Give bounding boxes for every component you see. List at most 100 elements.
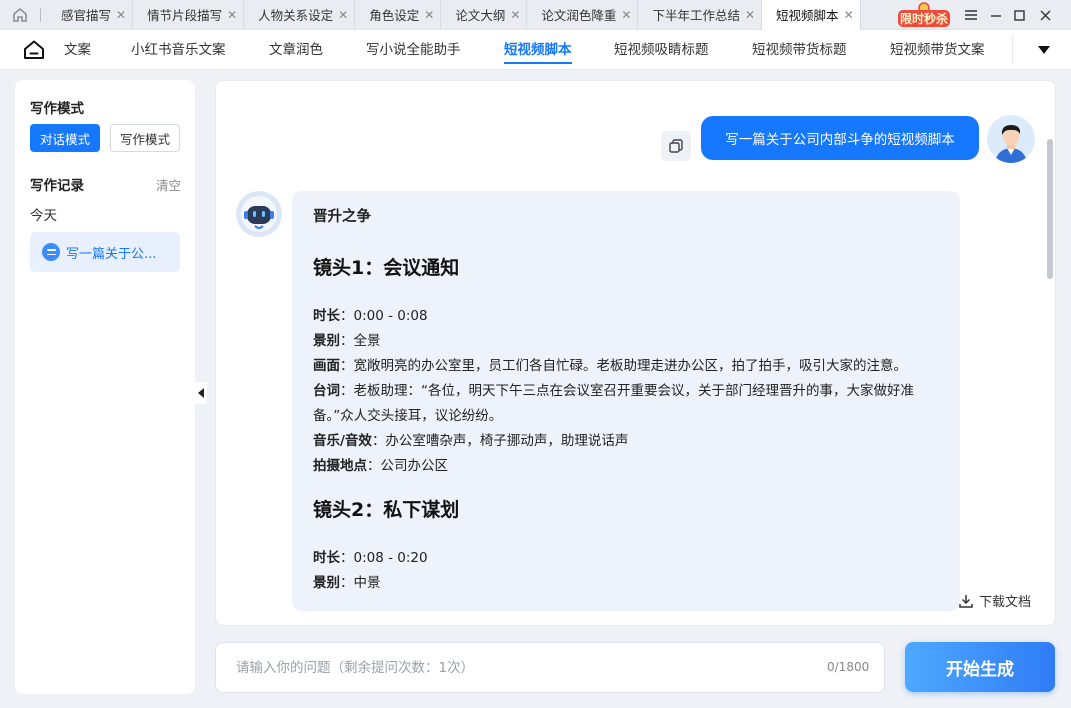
field-label: 景别: [313, 333, 340, 349]
mode-title: 写作模式: [30, 101, 84, 117]
field-label: 时长: [313, 308, 340, 324]
field-value: ：公司办公区: [367, 458, 448, 474]
maximize-button[interactable]: [1006, 0, 1032, 30]
shot-duration: 时长：0:00 - 0:08: [313, 304, 940, 329]
nav-item-active[interactable]: 短视频脚本: [504, 30, 572, 70]
shot-scene: 景别：中景: [313, 571, 940, 596]
tab-2[interactable]: 人物关系设定 ✕: [244, 0, 356, 30]
shot-scene: 景别：全景: [313, 329, 940, 354]
home-icon[interactable]: [22, 38, 46, 62]
field-label: 景别: [313, 575, 340, 591]
tab-label: 下半年工作总结: [652, 8, 740, 23]
tab-7[interactable]: 短视频脚本 ✕: [762, 0, 861, 30]
menu-button[interactable]: [958, 0, 984, 30]
nav-item[interactable]: 文案: [64, 30, 91, 70]
shot-location: 拍摄地点：公司办公区: [313, 454, 940, 479]
field-value: ：中景: [340, 575, 381, 591]
tab-6[interactable]: 下半年工作总结 ✕: [638, 0, 763, 30]
shot-visual: 画面：宽敞明亮的办公室里，员工们各自忙碌。老板助理走进办公区，拍了拍手，吸引大家…: [313, 354, 940, 379]
chat-panel: 写一篇关于公司内部斗争的短视频脚本 晋升之争 镜头1：会议通知 时长：0:00 …: [215, 80, 1056, 626]
tab-label: 情节片段描写: [147, 8, 223, 23]
field-value: ：全景: [340, 333, 381, 349]
shot-heading: 镜头2：私下谋划: [313, 499, 460, 521]
copy-button[interactable]: [661, 131, 691, 161]
tab-3[interactable]: 角色设定 ✕: [355, 0, 442, 30]
nav-item[interactable]: 短视频带货标题: [752, 30, 847, 70]
tab-0[interactable]: 感官描写 ✕: [47, 0, 134, 30]
tab-1[interactable]: 情节片段描写 ✕: [133, 0, 245, 30]
download-label: 下载文档: [979, 595, 1032, 610]
field-value: ：老板助理：“各位，明天下午三点在会议室召开重要会议，关于部门经理晋升的事，大家…: [313, 383, 914, 424]
collapse-sidebar-button[interactable]: [195, 382, 207, 404]
field-label: 画面: [313, 358, 340, 374]
field-value: ：宽敞明亮的办公室里，员工们各自忙碌。老板助理走进办公区，拍了拍手，吸引大家的注…: [340, 358, 907, 374]
tab-5[interactable]: 论文润色降重 ✕: [527, 0, 639, 30]
field-value: ：0:08 - 0:20: [340, 550, 428, 566]
chat-mode-button[interactable]: 对话模式: [30, 124, 100, 152]
sidebar: 写作模式 对话模式 写作模式 写作记录 清空 今天 写一篇关于公...: [15, 80, 195, 694]
shot-lines: 台词：老板助理：“各位，明天下午三点在会议室召开重要会议，关于部门经理晋升的事，…: [313, 379, 940, 429]
tab-4[interactable]: 论文大纲 ✕: [441, 0, 528, 30]
generate-button[interactable]: 开始生成: [905, 642, 1055, 692]
field-value: ：办公室嘈杂声，椅子挪动声，助理说话声: [371, 433, 629, 449]
history-item[interactable]: 写一篇关于公...: [30, 232, 180, 272]
minimize-icon: [991, 15, 1001, 17]
nav-item[interactable]: 短视频吸睛标题: [614, 30, 709, 70]
answer-title: 晋升之争: [313, 209, 371, 225]
close-icon[interactable]: ✕: [116, 8, 126, 22]
field-label: 时长: [313, 550, 340, 566]
nav-item[interactable]: 小红书音乐文案: [131, 30, 226, 70]
user-message: 写一篇关于公司内部斗争的短视频脚本: [701, 116, 979, 160]
nav-item[interactable]: 短视频带货文案: [890, 30, 985, 70]
close-icon[interactable]: ✕: [227, 8, 237, 22]
nav-item[interactable]: 写小说全能助手: [366, 30, 461, 70]
close-window-button[interactable]: [1032, 0, 1058, 30]
history-group-today: 今天: [30, 208, 57, 224]
close-icon[interactable]: ✕: [338, 8, 348, 22]
close-icon: [1040, 10, 1050, 20]
shot-heading: 镜头1：会议通知: [313, 257, 460, 279]
promo-badge-text: 限时秒杀: [900, 11, 948, 26]
download-document-button[interactable]: 下载文档: [958, 591, 1031, 610]
write-mode-button[interactable]: 写作模式: [110, 124, 180, 152]
category-nav: 文案 小红书音乐文案 文章润色 写小说全能助手 短视频脚本 短视频吸睛标题 短视…: [0, 30, 1071, 70]
tab-label: 感官描写: [61, 8, 112, 23]
close-icon[interactable]: ✕: [424, 8, 434, 22]
question-input-box: 0/1800: [215, 642, 885, 693]
tab-label: 论文大纲: [455, 8, 506, 23]
menu-icon: [965, 10, 977, 20]
close-icon[interactable]: ✕: [510, 8, 520, 22]
question-input[interactable]: [236, 657, 796, 679]
download-icon: [959, 594, 973, 608]
bot-avatar: [236, 191, 282, 237]
history-item-label: 写一篇关于公...: [66, 246, 157, 262]
user-avatar: [987, 115, 1035, 163]
chevron-down-icon[interactable]: [1035, 42, 1053, 58]
tab-label: 角色设定: [369, 8, 420, 23]
tab-label: 短视频脚本: [776, 8, 839, 23]
close-icon[interactable]: ✕: [621, 8, 631, 22]
chevron-left-icon: [198, 388, 204, 398]
shot-duration: 时长：0:08 - 0:20: [313, 546, 940, 571]
field-label: 台词: [313, 383, 340, 399]
scrollbar[interactable]: [1047, 139, 1053, 279]
nav-item[interactable]: 文章润色: [269, 30, 323, 70]
home-button[interactable]: [0, 0, 40, 30]
field-label: 音乐/音效: [313, 433, 372, 449]
maximize-icon: [1013, 9, 1025, 21]
copy-icon: [669, 139, 683, 153]
home-icon: [13, 7, 27, 22]
promo-badge[interactable]: 限时秒杀: [896, 2, 952, 28]
tab-separator: [40, 7, 41, 22]
char-count: 0/1800: [827, 660, 870, 674]
field-value: ：0:00 - 0:08: [340, 308, 428, 324]
history-title: 写作记录: [30, 178, 84, 194]
clear-history-button[interactable]: 清空: [156, 175, 181, 194]
chat-icon: [42, 243, 60, 261]
close-icon[interactable]: ✕: [844, 8, 854, 22]
tab-label: 论文润色降重: [541, 8, 617, 23]
shot-sound: 音乐/音效：办公室嘈杂声，椅子挪动声，助理说话声: [313, 429, 940, 454]
tab-label: 人物关系设定: [258, 8, 334, 23]
field-label: 拍摄地点: [313, 458, 367, 474]
close-icon[interactable]: ✕: [745, 8, 755, 22]
